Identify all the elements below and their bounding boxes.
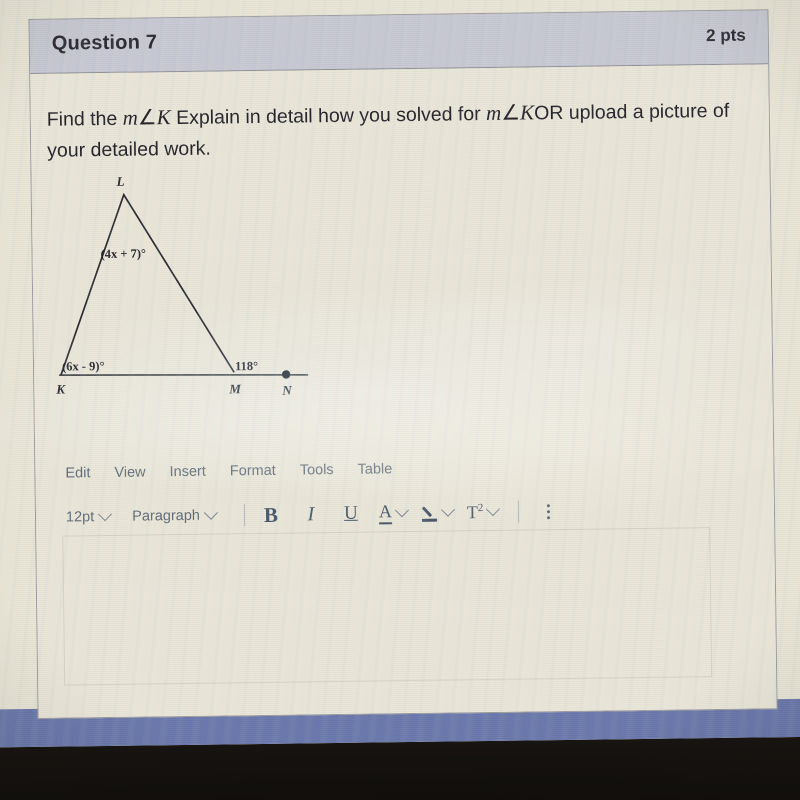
angle-symbol-1: ∠ — [137, 105, 157, 130]
toolbar-divider — [518, 500, 520, 523]
triangle-sides — [60, 192, 235, 375]
math-expression-mangle-k: m∠K — [123, 105, 171, 130]
menu-item-insert[interactable]: Insert — [169, 464, 205, 480]
vertex-label-k: K — [56, 381, 66, 397]
question-body: Find the m∠K Explain in detail how you s… — [30, 64, 777, 718]
math-var-k-2: K — [519, 100, 535, 125]
bold-button[interactable]: B — [259, 502, 283, 528]
more-options-kebab-icon[interactable] — [547, 503, 551, 519]
angle-label-at-k: (6x - 9)° — [61, 359, 105, 374]
paragraph-style-value: Paragraph — [132, 507, 201, 525]
math-m-1: m — [122, 105, 138, 130]
menu-item-view[interactable]: View — [114, 464, 145, 480]
menu-item-format[interactable]: Format — [230, 463, 276, 480]
superscript-icon: T2 — [467, 502, 484, 523]
chevron-down-icon — [98, 507, 113, 522]
answer-editor-textarea[interactable] — [62, 527, 713, 686]
question-prompt-text: Find the m∠K Explain in detail how you s… — [47, 95, 748, 167]
question-points-badge: 2 pts — [705, 25, 746, 46]
triangle-figure: L K M N (4x + 7)° (6x - 9)° 118° — [43, 166, 346, 410]
text-color-icon: A — [379, 501, 393, 524]
font-size-select[interactable]: 12pt — [65, 507, 113, 526]
paragraph-style-select[interactable]: Paragraph — [132, 505, 218, 525]
superscript-control[interactable]: T2 — [467, 501, 501, 523]
highlight-color-control[interactable] — [421, 502, 455, 521]
superscript-exponent: 2 — [477, 501, 484, 514]
editor-menubar: Edit View Insert Format Tools Table — [65, 461, 392, 481]
chevron-down-icon — [440, 502, 455, 517]
chevron-down-icon — [394, 503, 409, 518]
menu-item-edit[interactable]: Edit — [65, 465, 90, 481]
vertex-label-n: N — [282, 382, 292, 398]
question-header: Question 7 2 pts — [29, 10, 769, 74]
menu-item-table[interactable]: Table — [358, 461, 393, 477]
toolbar-divider — [243, 504, 246, 527]
editor-formatting-toolbar: 12pt Paragraph B I U A T2 — [66, 494, 626, 533]
chevron-down-icon — [486, 502, 501, 517]
point-n-dot — [281, 370, 291, 379]
font-size-value: 12pt — [65, 509, 95, 526]
question-card: Question 7 2 pts Find the m∠K Explain in… — [28, 9, 778, 719]
prompt-segment-1: Find the — [46, 107, 123, 131]
screen-photo: Question 7 2 pts Find the m∠K Explain in… — [0, 0, 800, 800]
angle-label-at-l: (4x + 7)° — [100, 246, 147, 262]
math-m-2: m — [485, 100, 502, 125]
angle-label-exterior-at-m: 118° — [234, 359, 259, 374]
italic-button[interactable]: I — [299, 501, 323, 527]
kebab-dot — [547, 503, 551, 507]
kebab-dot — [547, 515, 551, 519]
menu-item-tools[interactable]: Tools — [300, 462, 334, 478]
vertex-label-m: M — [229, 381, 241, 397]
question-title: Question 7 — [51, 31, 158, 55]
monitor-screen: Question 7 2 pts Find the m∠K Explain in… — [0, 0, 800, 748]
underline-button[interactable]: U — [339, 501, 363, 527]
angle-symbol-2: ∠ — [501, 100, 521, 125]
text-color-control[interactable]: A — [379, 501, 409, 524]
chevron-down-icon — [203, 505, 218, 520]
vertex-label-l: L — [116, 173, 125, 189]
superscript-base: T — [466, 501, 479, 522]
pencil-highlighter-icon — [421, 504, 438, 521]
math-var-k-1: K — [156, 105, 171, 130]
math-expression-mangle-kor: m∠K — [486, 100, 534, 125]
prompt-segment-2: Explain in detail how you solved for — [170, 102, 487, 130]
kebab-dot — [547, 509, 551, 513]
